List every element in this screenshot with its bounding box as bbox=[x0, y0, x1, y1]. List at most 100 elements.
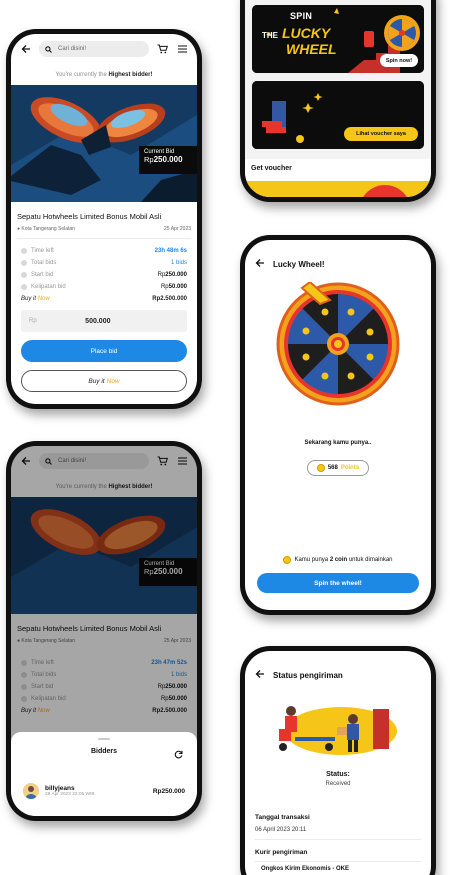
avatar bbox=[23, 783, 39, 799]
buy-it-price: Rp2.500.000 bbox=[152, 296, 187, 302]
points-value: 568 bbox=[327, 465, 338, 471]
lucky-wheel[interactable] bbox=[276, 280, 400, 411]
shipping-screen: Status pengiriman Status: Received Tangg… bbox=[245, 651, 431, 875]
spin-wheel-button[interactable]: Spin the wheel! bbox=[257, 573, 419, 593]
banner-the-text: THE bbox=[262, 31, 278, 40]
banner-wheel-text: WHEEL bbox=[286, 41, 337, 57]
coin-info: Kamu punya 2 coin untuk dimainkan bbox=[245, 556, 431, 564]
bid-timestamp: 29 Apr 2023 22:05 WIB bbox=[45, 792, 95, 797]
menu-icon[interactable] bbox=[175, 42, 189, 56]
stat-label: Time left bbox=[31, 248, 54, 254]
home-screen: SPIN THE LUCKY WHEEL Spin now! Lihat vou… bbox=[245, 0, 431, 197]
phone-bidders-sheet: Cari disini! You're currently the Highes… bbox=[6, 441, 202, 821]
divider bbox=[255, 861, 421, 862]
phone-lucky-wheel: Lucky Wheel! Sekarang kamu punya.. 568 P… bbox=[240, 235, 436, 615]
product-title: Sepatu Hotwheels Limited Bonus Mobil Asl… bbox=[17, 212, 162, 221]
banner-lucky-text: LUCKY bbox=[282, 25, 331, 41]
bidders-sheet: Bidders billyjeans 29 Apr 2023 22:05 WIB… bbox=[11, 732, 197, 816]
page-header: Status pengiriman bbox=[255, 669, 343, 681]
hand-icon bbox=[21, 260, 27, 266]
place-bid-button[interactable]: Place bid bbox=[21, 340, 187, 362]
product-image bbox=[11, 85, 197, 202]
location-text: Kota Tangerang Selatan bbox=[21, 226, 75, 232]
phone-auction-detail: Cari disini! You're currently the Highes… bbox=[6, 29, 202, 409]
coin-bold: 2 coin bbox=[329, 557, 348, 563]
back-arrow-icon[interactable] bbox=[255, 669, 265, 681]
listing-date: 25 Apr 2023 bbox=[164, 226, 191, 232]
banner-spin-text: SPIN bbox=[290, 11, 313, 21]
hammer-icon bbox=[21, 284, 27, 290]
stat-value: 250.000 bbox=[165, 272, 187, 278]
bid-amount: Rp250.000 bbox=[152, 787, 185, 795]
current-bid-currency: Rp bbox=[144, 155, 154, 164]
stat-value: 50.000 bbox=[168, 284, 187, 290]
sheet-handle[interactable] bbox=[98, 738, 110, 740]
highest-bidder-banner: You're currently the Highest bidder! bbox=[11, 67, 197, 83]
refresh-icon[interactable] bbox=[174, 746, 183, 764]
bidder-row[interactable]: billyjeans 29 Apr 2023 22:05 WIB Rp250.0… bbox=[23, 780, 185, 802]
stat-value[interactable]: 1 bids bbox=[171, 260, 187, 266]
phone-shipping-status: Status pengiriman Status: Received Tangg… bbox=[240, 646, 436, 875]
sheet-title: Bidders bbox=[90, 748, 118, 755]
stat-kelipatan-bid: Kelipatan bid Rp50.000 bbox=[21, 283, 187, 291]
transaction-label: Tanggal transaksi bbox=[255, 814, 310, 821]
section-title: Get voucher bbox=[251, 165, 292, 172]
divider bbox=[255, 839, 421, 840]
buy-it-now-button[interactable]: Buy it Now bbox=[21, 370, 187, 392]
search-icon bbox=[45, 40, 52, 58]
auction-screen-dimmed: Cari disini! You're currently the Highes… bbox=[11, 446, 197, 816]
coin-icon bbox=[316, 464, 325, 472]
back-arrow-icon[interactable] bbox=[19, 42, 33, 56]
page-title: Lucky Wheel! bbox=[273, 259, 325, 269]
pin-icon: ● bbox=[17, 226, 21, 232]
stat-label: Start bid bbox=[31, 272, 54, 278]
points-label: Points bbox=[340, 465, 360, 471]
stat-buy-it-now: Buy it Now Rp2.500.000 bbox=[21, 295, 187, 303]
phone-home: SPIN THE LUCKY WHEEL Spin now! Lihat vou… bbox=[240, 0, 436, 202]
coin-suffix: untuk dimainkan bbox=[347, 557, 393, 563]
app-bar: Cari disini! bbox=[11, 34, 197, 64]
voucher-banner[interactable]: Lihat voucher saya bbox=[252, 81, 424, 149]
see-vouchers-button[interactable]: Lihat voucher saya bbox=[344, 127, 418, 141]
buy-it-now-now: Now bbox=[106, 377, 120, 385]
points-badge: 568 Points bbox=[307, 460, 369, 476]
voucher-section: Get voucher bbox=[245, 159, 431, 197]
auction-screen: Cari disini! You're currently the Highes… bbox=[11, 34, 197, 404]
coin-prefix: Kamu punya bbox=[294, 557, 330, 563]
delivery-illustration bbox=[275, 701, 401, 766]
stat-total-bids: Total bids 1 bids bbox=[21, 259, 187, 267]
search-input[interactable]: Cari disini! bbox=[39, 41, 149, 57]
stat-label: Total bids bbox=[31, 260, 57, 266]
back-arrow-icon[interactable] bbox=[255, 258, 265, 270]
status-label: Status: bbox=[326, 771, 350, 778]
tag-icon bbox=[21, 272, 27, 278]
stat-label: Kelipatan bid bbox=[31, 284, 66, 290]
points-caption: Sekarang kamu punya.. bbox=[304, 440, 372, 446]
amount-value: 500.000 bbox=[85, 317, 111, 325]
page-header: Lucky Wheel! bbox=[255, 258, 325, 270]
transaction-value: 06 April 2023 20:11 bbox=[255, 827, 307, 833]
spin-now-button[interactable]: Spin now! bbox=[380, 54, 418, 67]
bidder-name: billyjeans bbox=[45, 785, 75, 792]
now-label: Now bbox=[37, 296, 50, 302]
courier-label: Kurir pengiriman bbox=[255, 849, 308, 856]
status-value: Received bbox=[325, 781, 351, 787]
stat-time-left: Time left 23h 48m 6s bbox=[21, 247, 187, 255]
banner-text: You're currently the bbox=[55, 72, 109, 78]
current-bid-value: 250.000 bbox=[153, 155, 183, 164]
divider bbox=[17, 238, 191, 239]
lucky-wheel-banner[interactable]: SPIN THE LUCKY WHEEL Spin now! bbox=[252, 5, 424, 73]
stat-start-bid: Start bid Rp250.000 bbox=[21, 271, 187, 279]
cart-icon[interactable] bbox=[155, 42, 169, 56]
location-row: ● Kota Tangerang Selatan 25 Apr 2023 bbox=[17, 226, 191, 232]
stat-value: 23h 48m 6s bbox=[154, 248, 187, 254]
bid-amount-input[interactable]: Rp 500.000 bbox=[21, 310, 187, 332]
banner-bold: Highest bidder! bbox=[108, 72, 153, 78]
stat-prefix: Rp bbox=[160, 284, 169, 290]
coin-icon bbox=[283, 556, 292, 564]
courier-value: Ongkos Kirim Ekonomis - OKE bbox=[261, 866, 350, 872]
amount-prefix: Rp bbox=[29, 318, 37, 324]
buy-it-label: Buy it bbox=[21, 296, 37, 302]
clock-icon bbox=[21, 248, 27, 254]
location: ● Kota Tangerang Selatan bbox=[17, 226, 75, 232]
